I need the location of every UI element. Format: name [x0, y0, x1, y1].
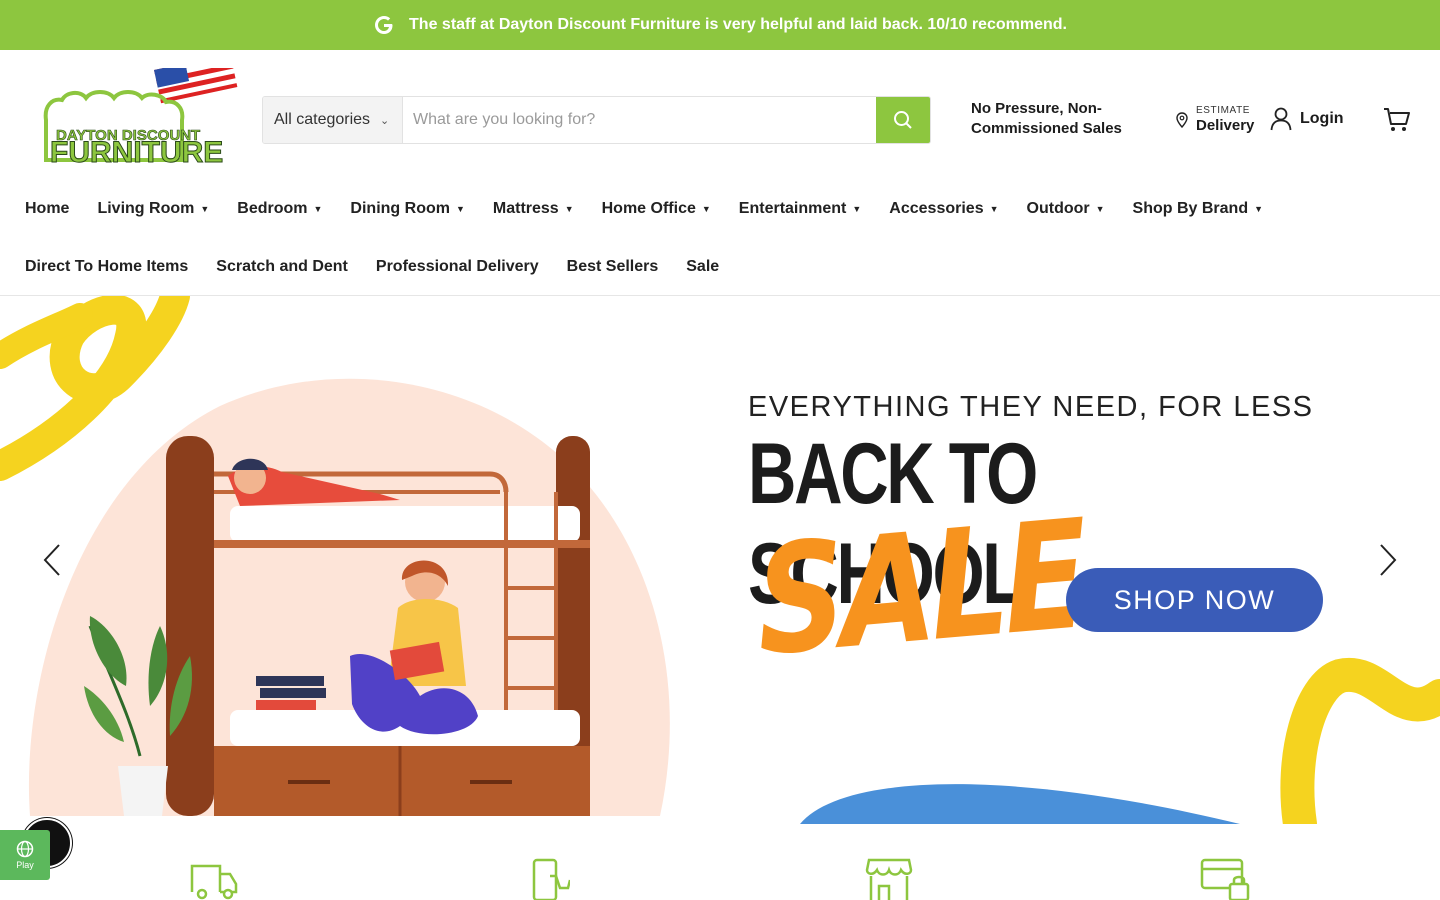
chevron-down-icon: ⌄ — [380, 114, 390, 127]
slideshow-prev-button[interactable] — [38, 540, 66, 580]
secure-payment-icon — [1200, 858, 1250, 900]
chevron-down-icon: ▼ — [455, 204, 465, 214]
hero-slideshow[interactable]: EVERYTHING THEY NEED, FOR LESS BACK TO S… — [0, 296, 1440, 824]
nav-item-entertainment[interactable]: Entertainment ▼ — [739, 200, 862, 218]
svg-text:FURNITURE: FURNITURE — [50, 136, 223, 168]
announcement-text: The staff at Dayton Discount Furniture i… — [409, 16, 1067, 33]
nav-item-scratch-and-dent[interactable]: Scratch and Dent — [216, 258, 348, 276]
feature-icons-row — [0, 824, 1440, 900]
globe-icon — [16, 840, 34, 858]
chevron-down-icon: ▼ — [200, 204, 210, 214]
accessibility-play-widget[interactable]: Play — [0, 830, 50, 880]
map-pin-icon — [1176, 111, 1188, 128]
tagline: No Pressure, Non-Commissioned Sales — [971, 100, 1122, 137]
delivery-small-label: ESTIMATE — [1196, 105, 1251, 116]
shop-now-button[interactable]: SHOP NOW — [1066, 568, 1323, 632]
estimate-delivery[interactable]: ESTIMATE Delivery — [1176, 105, 1254, 134]
nav-item-home[interactable]: Home — [25, 200, 69, 218]
cart-icon — [1384, 108, 1410, 131]
nav-item-home-office[interactable]: Home Office ▼ — [602, 200, 711, 218]
play-label: Play — [16, 860, 34, 870]
nav-item-dining-room[interactable]: Dining Room ▼ — [350, 200, 464, 218]
nav-item-accessories[interactable]: Accessories ▼ — [889, 200, 998, 218]
google-g-icon — [373, 14, 395, 36]
nav-item-direct-to-home[interactable]: Direct To Home Items — [25, 258, 188, 276]
login-label: Login — [1300, 110, 1344, 127]
nav-item-bedroom[interactable]: Bedroom ▼ — [237, 200, 322, 218]
hero-eyebrow: EVERYTHING THEY NEED, FOR LESS — [748, 391, 1314, 423]
flag-graphic — [154, 53, 238, 104]
chevron-right-icon — [1380, 544, 1397, 576]
search-input[interactable] — [403, 97, 876, 143]
nav-item-best-sellers[interactable]: Best Sellers — [567, 258, 659, 276]
category-select-label: All categories — [274, 111, 371, 128]
chevron-left-icon — [43, 544, 60, 576]
cart-button[interactable] — [1383, 107, 1411, 138]
search-button[interactable] — [876, 97, 930, 143]
nav-item-outdoor[interactable]: Outdoor ▼ — [1027, 200, 1105, 218]
chevron-down-icon: ▼ — [989, 204, 999, 214]
nav-item-mattress[interactable]: Mattress ▼ — [493, 200, 574, 218]
mobile-shopping-icon — [532, 858, 570, 900]
chevron-down-icon: ▼ — [564, 204, 574, 214]
login-link[interactable]: Login — [1270, 107, 1344, 131]
site-header: DAYTON DISCOUNT FURNITURE All categories… — [0, 50, 1440, 190]
delivery-big-label: Delivery — [1196, 117, 1255, 134]
category-select[interactable]: All categories ⌄ — [263, 97, 403, 143]
chevron-down-icon: ▼ — [1095, 204, 1105, 214]
store-logo[interactable]: DAYTON DISCOUNT FURNITURE — [36, 53, 241, 170]
chevron-down-icon: ▼ — [852, 204, 862, 214]
chevron-down-icon: ▼ — [1254, 204, 1264, 214]
slideshow-next-button[interactable] — [1374, 540, 1402, 580]
delivery-truck-icon — [190, 864, 238, 900]
search-bar: All categories ⌄ — [262, 96, 931, 144]
nav-item-professional-delivery[interactable]: Professional Delivery — [376, 258, 539, 276]
nav-row-secondary: Direct To Home Items Scratch and Dent Pr… — [25, 258, 747, 276]
search-icon — [894, 111, 912, 129]
nav-item-sale[interactable]: Sale — [686, 258, 719, 276]
nav-item-shop-by-brand[interactable]: Shop By Brand ▼ — [1133, 200, 1263, 218]
chevron-down-icon: ▼ — [701, 204, 711, 214]
main-navigation: Home Living Room ▼ Bedroom ▼ Dining Room ▼ … — [0, 190, 1440, 296]
announcement-bar: The staff at Dayton Discount Furniture i… — [0, 0, 1440, 50]
nav-item-living-room[interactable]: Living Room ▼ — [97, 200, 209, 218]
chevron-down-icon: ▼ — [313, 204, 323, 214]
user-icon — [1270, 107, 1292, 131]
hero-sale-word: SALE — [751, 488, 1088, 690]
storefront-icon — [865, 858, 913, 900]
nav-row-primary: Home Living Room ▼ Bedroom ▼ Dining Room ▼ … — [25, 200, 1291, 218]
